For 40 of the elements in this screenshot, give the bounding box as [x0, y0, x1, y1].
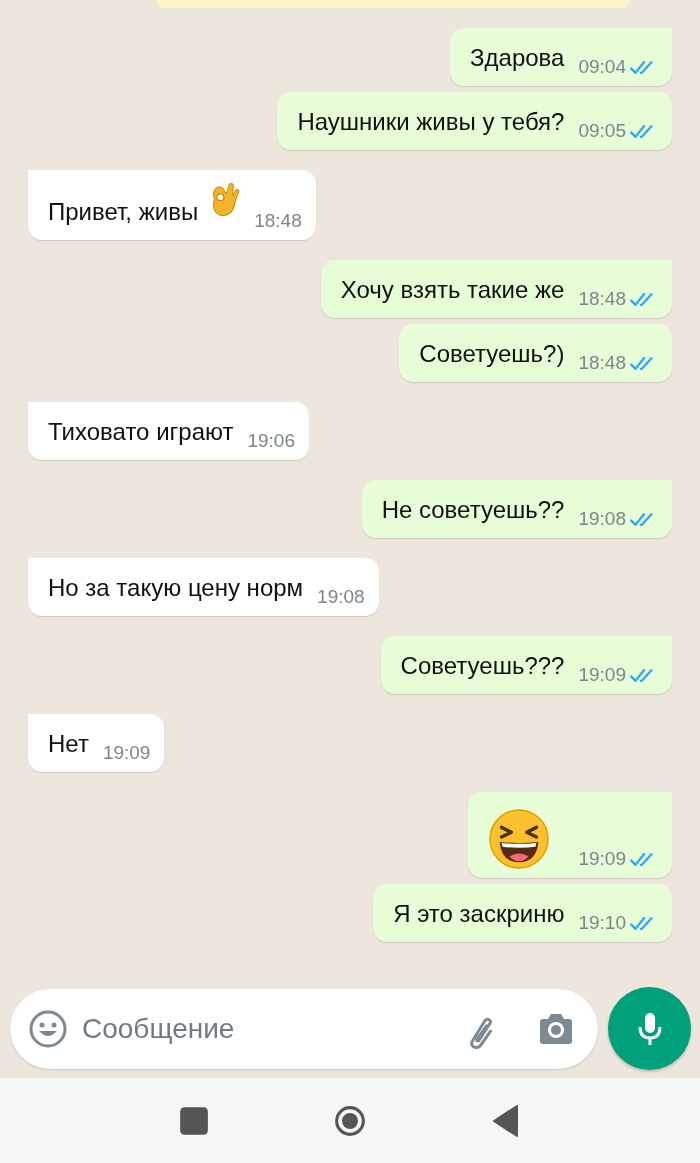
- message-bubble[interactable]: Наушники живы у тебя? 09:05: [277, 92, 672, 150]
- message-bubble[interactable]: Не советуешь?? 19:08: [361, 480, 672, 538]
- message-text: Нет: [48, 729, 89, 759]
- message-text: Советуешь???: [400, 651, 565, 681]
- home-icon[interactable]: [334, 1103, 366, 1138]
- message-text: Я это заскриню: [393, 899, 565, 929]
- message-time: 19:08: [317, 586, 365, 608]
- message-bubble[interactable]: Но за такую цену норм 19:08: [28, 558, 379, 616]
- message-time: 19:10: [578, 912, 626, 934]
- message-bubble[interactable]: 19:09: [468, 792, 672, 878]
- message-input[interactable]: Сообщение: [80, 1011, 448, 1046]
- message-time: 19:09: [578, 848, 626, 870]
- message-input-field[interactable]: Сообщение: [10, 988, 598, 1069]
- message-time: 19:09: [102, 742, 151, 764]
- emoji-icon[interactable]: [28, 1008, 68, 1049]
- message-text: Тиховато играют: [48, 417, 234, 447]
- message-bubble[interactable]: Тиховато играют 19:06: [28, 402, 309, 460]
- message-bubble[interactable]: Хочу взять такие же 18:48: [320, 260, 672, 318]
- message-bubble[interactable]: Привет, живы 18:48: [28, 170, 316, 240]
- message-time: 19:09: [578, 664, 626, 686]
- message-text: Не советуешь??: [381, 495, 565, 525]
- laughing-face-icon: [488, 808, 551, 870]
- message-bubble[interactable]: Советуешь?) 18:48: [399, 324, 672, 382]
- message-bubble[interactable]: Советуешь??? 19:09: [380, 636, 672, 694]
- message-bubble[interactable]: Я это заскриню 19:10: [373, 884, 672, 942]
- message-time: 19:06: [247, 430, 295, 452]
- message-time: 09:05: [578, 120, 626, 142]
- message-time: 09:04: [578, 56, 626, 78]
- message-bubble[interactable]: Нет 19:09: [28, 714, 165, 772]
- message-text: Привет, живы: [48, 197, 199, 227]
- message-text: Советуешь?): [419, 339, 565, 369]
- message-text: Здарова: [470, 43, 565, 73]
- message-text: Но за такую цену норм: [48, 573, 304, 603]
- message-time: 19:08: [578, 508, 626, 530]
- message-time: 18:48: [578, 288, 626, 310]
- message-text: Наушники живы у тебя?: [297, 107, 565, 137]
- message-time: 18:48: [578, 352, 626, 374]
- message-time: 18:48: [254, 210, 302, 232]
- message-text: Хочу взять такие же: [340, 275, 565, 305]
- message-bubble[interactable]: Здарова 09:04: [450, 28, 672, 86]
